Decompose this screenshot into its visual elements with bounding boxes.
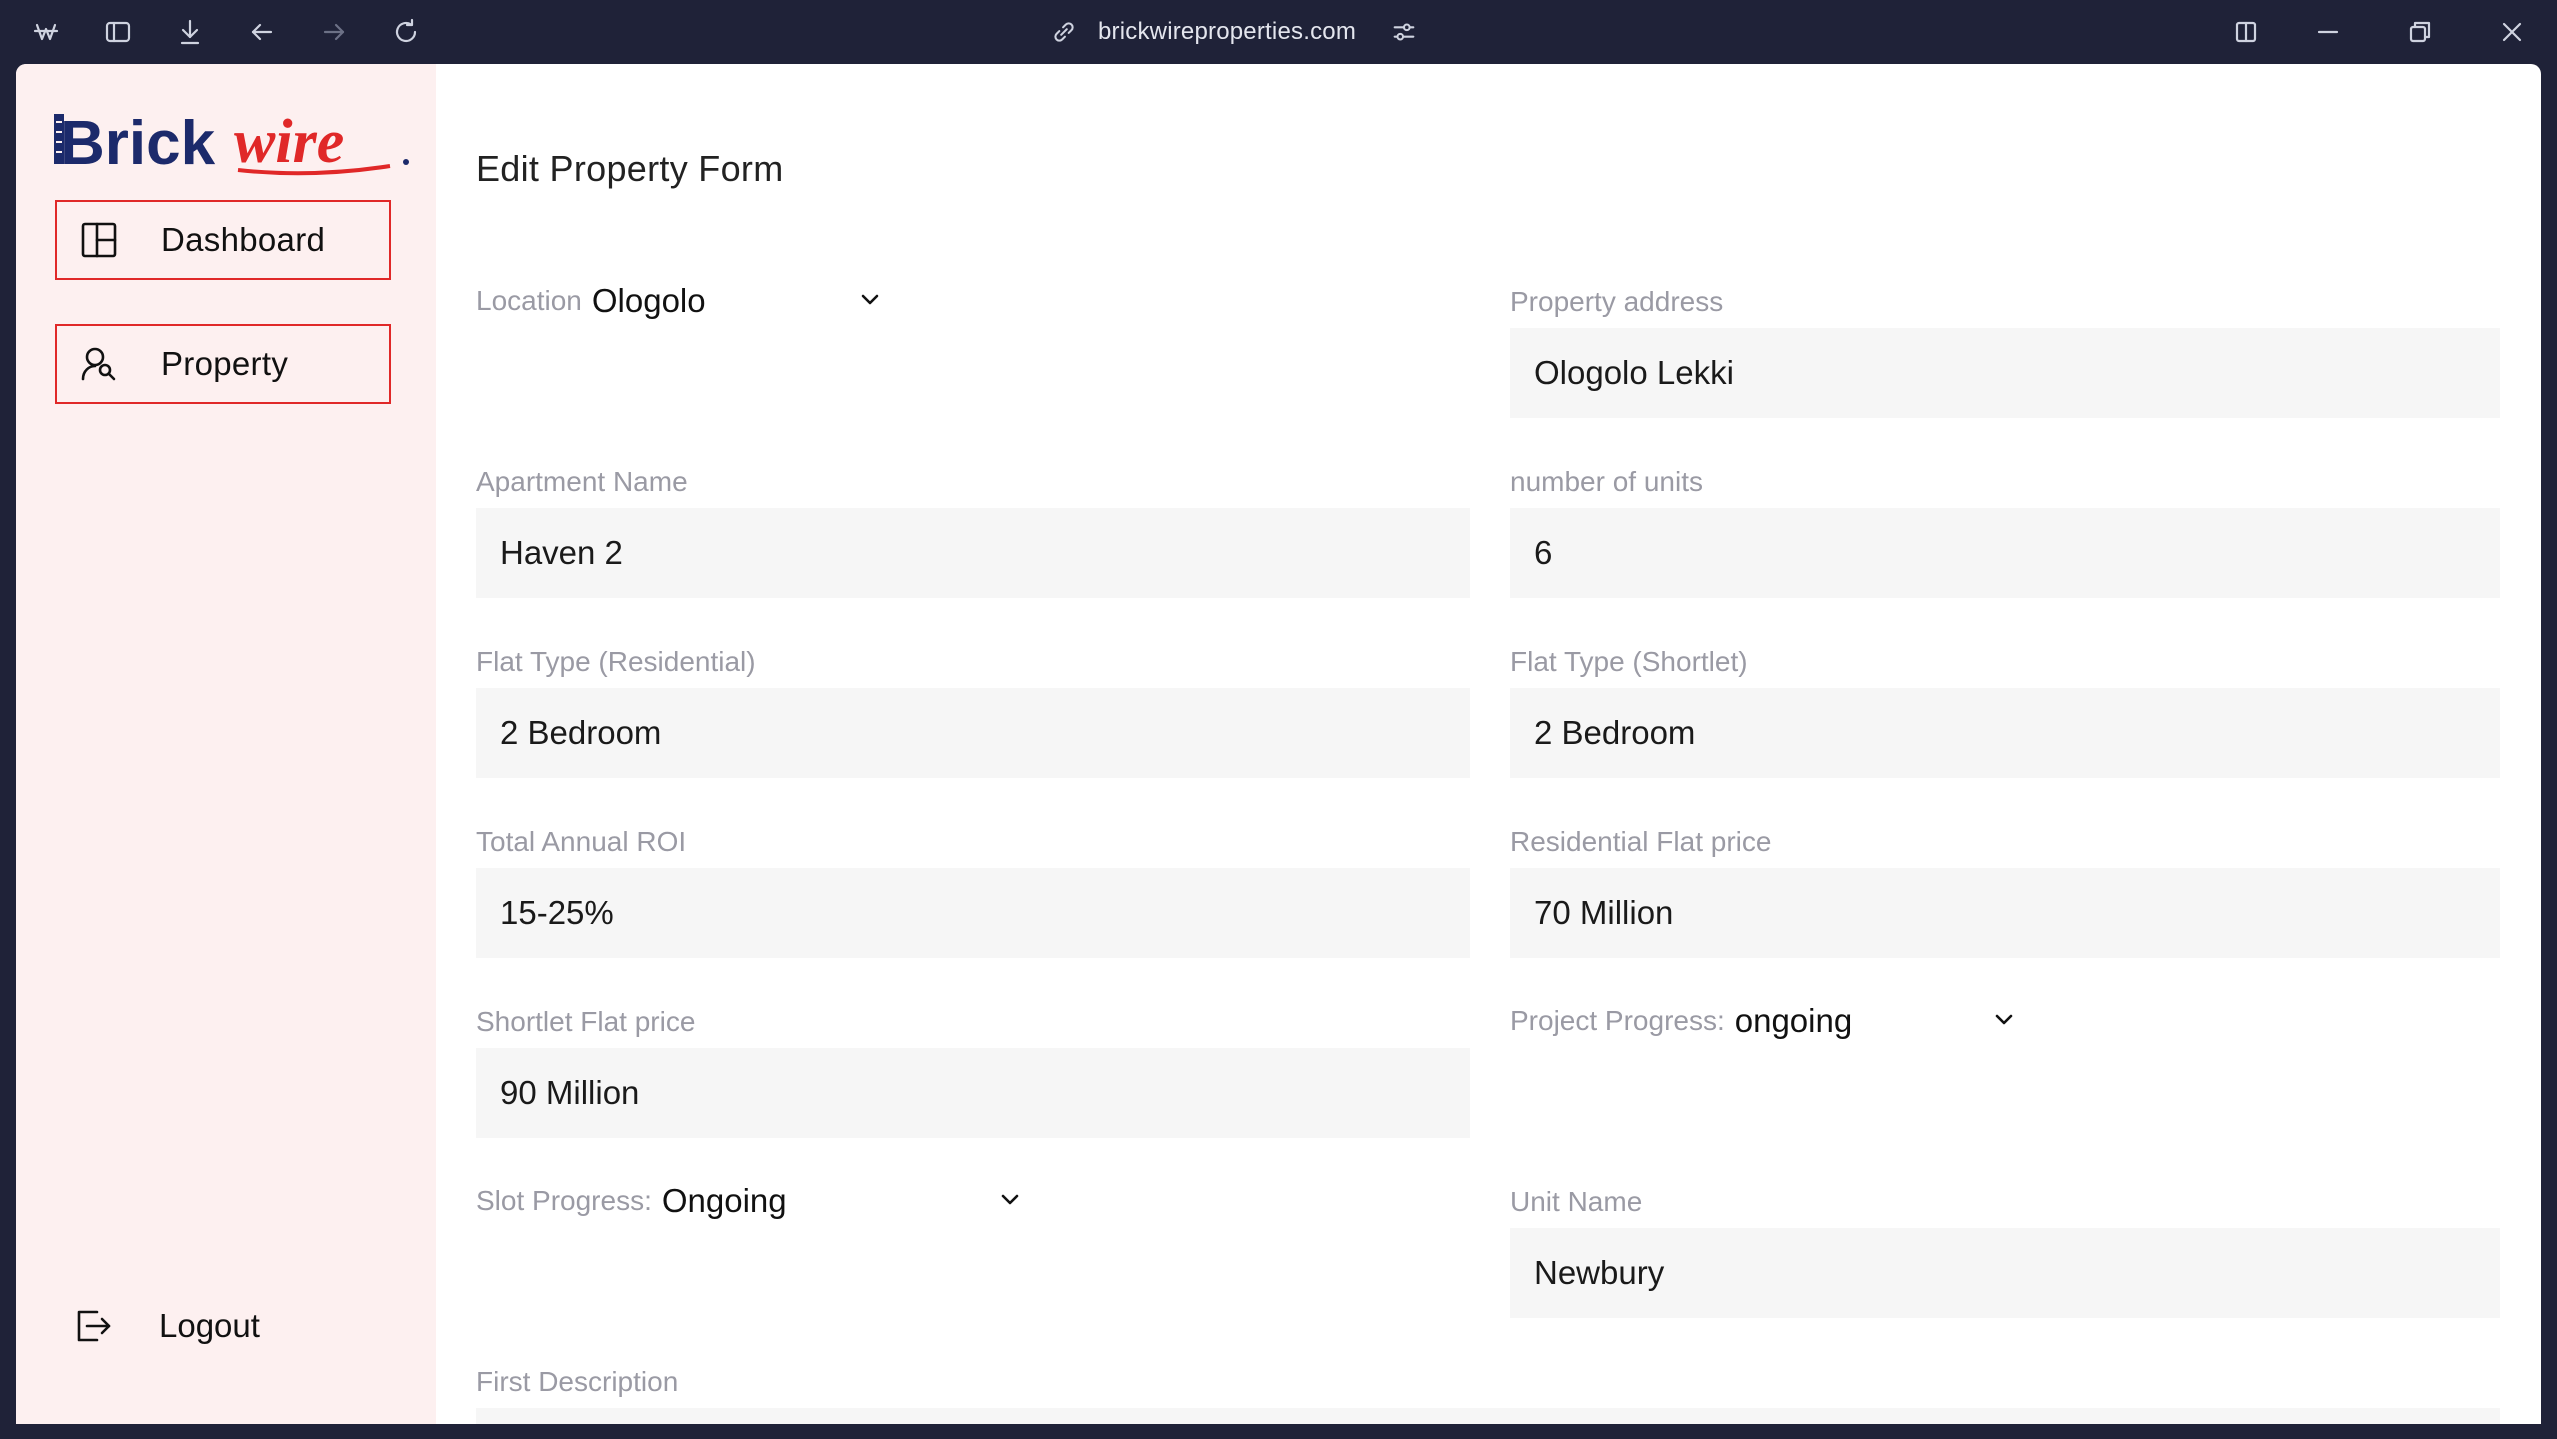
svg-text:wire: wire <box>234 108 344 176</box>
restore-icon[interactable] <box>2402 14 2438 50</box>
page-window: Brick wire Dashboard Property Logout Edi… <box>16 64 2541 1424</box>
project-progress-select[interactable]: Project Progress: ongoing <box>1510 1002 1852 1040</box>
minimize-icon[interactable] <box>2310 14 2346 50</box>
residential-flat-price-input[interactable]: 70 Million <box>1510 868 2500 958</box>
logout-label: Logout <box>159 1307 260 1344</box>
brickwire-logo[interactable]: Brick wire <box>52 100 422 180</box>
total-annual-roi-input[interactable]: 15-25% <box>476 868 1470 958</box>
slot-progress-value[interactable]: Ongoing <box>662 1182 787 1220</box>
project-progress-label: Project Progress: <box>1510 1005 1725 1036</box>
logout-button[interactable]: Logout <box>71 1304 260 1348</box>
flat-type-residential-label: Flat Type (Residential) <box>476 646 756 677</box>
svg-text:Brick: Brick <box>60 109 216 178</box>
unit-name-label: Unit Name <box>1510 1186 1643 1217</box>
total-annual-roi-label: Total Annual ROI <box>476 826 687 857</box>
flat-type-shortlet-input[interactable]: 2 Bedroom <box>1510 688 2500 778</box>
apartment-name-label: Apartment Name <box>476 466 688 497</box>
flat-type-shortlet-label: Flat Type (Shortlet) <box>1510 646 1748 677</box>
link-icon <box>1054 22 1074 42</box>
close-icon[interactable] <box>2494 14 2530 50</box>
sidebar-item-label: Property <box>161 345 289 382</box>
first-description-input[interactable] <box>476 1408 2500 1424</box>
sidebar: Brick wire Dashboard Property Logout <box>16 64 436 1424</box>
chevron-down-icon[interactable] <box>856 286 884 314</box>
slot-progress-select[interactable]: Slot Progress: Ongoing <box>476 1182 787 1220</box>
site-settings-icon[interactable] <box>1390 18 1418 46</box>
chevron-down-icon[interactable] <box>1990 1006 2018 1034</box>
reload-icon[interactable] <box>388 14 424 50</box>
browser-toolbar: brickwireproperties.com <box>0 0 2557 64</box>
shortlet-flat-price-label: Shortlet Flat price <box>476 1006 696 1037</box>
unit-name-input[interactable]: Newbury <box>1510 1228 2500 1318</box>
shortlet-flat-price-input[interactable]: 90 Million <box>476 1048 1470 1138</box>
sidebar-item-property[interactable]: Property <box>55 324 391 404</box>
chevron-down-icon[interactable] <box>996 1186 1024 1214</box>
dashboard-layout-icon <box>79 220 119 260</box>
back-arrow-icon[interactable] <box>244 14 280 50</box>
property-address-input[interactable]: Ologolo Lekki <box>1510 328 2500 418</box>
location-value[interactable]: Ologolo <box>592 282 706 320</box>
location-label: Location <box>476 285 582 316</box>
sidebar-item-dashboard[interactable]: Dashboard <box>55 200 391 280</box>
number-of-units-input[interactable]: 6 <box>1510 508 2500 598</box>
project-progress-value[interactable]: ongoing <box>1735 1002 1852 1040</box>
number-of-units-label: number of units <box>1510 466 1703 497</box>
split-view-icon[interactable] <box>2228 14 2264 50</box>
apartment-name-input[interactable]: Haven 2 <box>476 508 1470 598</box>
download-icon[interactable] <box>172 14 208 50</box>
logout-icon <box>77 1310 111 1342</box>
slot-progress-label: Slot Progress: <box>476 1185 652 1216</box>
location-select[interactable]: Location Ologolo <box>476 282 706 320</box>
first-description-label: First Description <box>476 1366 679 1397</box>
browser-logo-icon[interactable] <box>28 14 64 50</box>
flat-type-residential-input[interactable]: 2 Bedroom <box>476 688 1470 778</box>
sidebar-item-label: Dashboard <box>161 221 326 258</box>
address-bar[interactable]: brickwireproperties.com <box>1050 12 1418 52</box>
page-title: Edit Property Form <box>476 148 784 189</box>
property-address-label: Property address <box>1510 286 1724 317</box>
user-search-icon <box>79 344 119 384</box>
residential-flat-price-label: Residential Flat price <box>1510 826 1772 857</box>
sidebar-toggle-icon[interactable] <box>100 14 136 50</box>
url-text[interactable]: brickwireproperties.com <box>1098 18 1356 46</box>
edit-property-form: Edit Property Form Location Ologolo Prop… <box>436 64 2541 1424</box>
forward-arrow-icon[interactable] <box>316 14 352 50</box>
